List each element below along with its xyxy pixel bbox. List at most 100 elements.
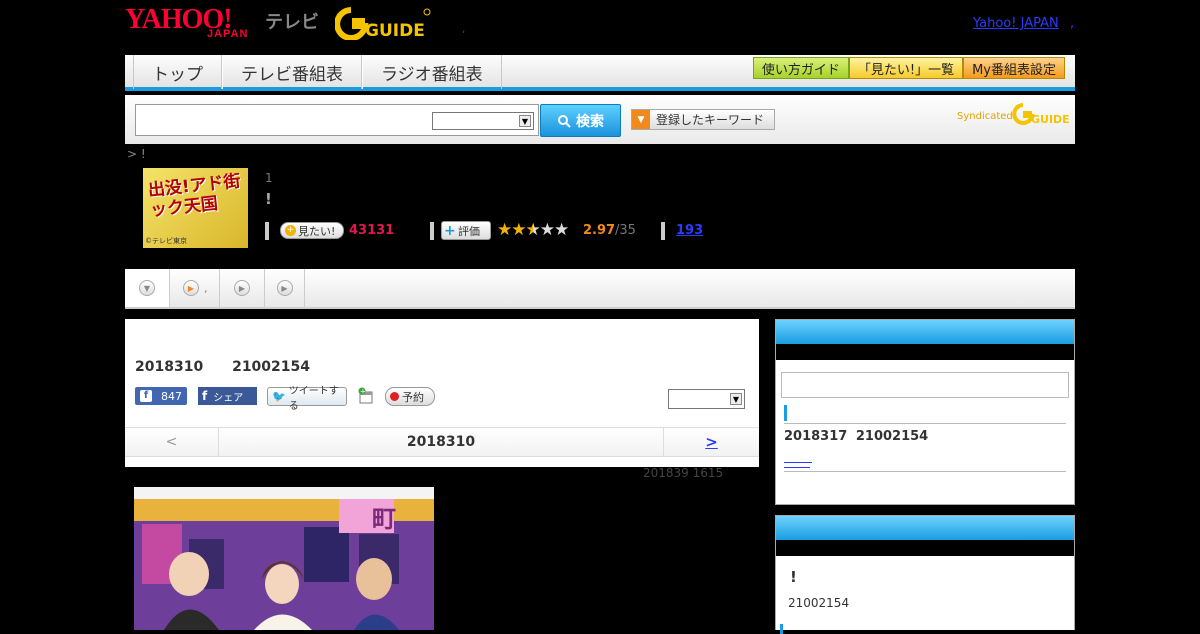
star-half-icon: ★ [525,220,541,240]
subtab-2[interactable]: ▶ , [170,269,220,307]
divider [784,423,1066,424]
current-date: 2018310 [406,434,476,450]
program-episode: 1 [265,171,273,185]
facebook-icon: f [202,389,208,403]
next-date-link[interactable]: > [663,428,759,456]
mitai-button[interactable]: + 見たい! [280,222,344,239]
global-nav: トップ テレビ番組表 ラジオ番組表 使い方ガイド 「見たい!」一覧 My番組表設… [125,55,1075,91]
star-icon: ★ [497,220,512,240]
star-icon: ★ [554,220,569,240]
chevron-down-icon: ▼ [632,110,650,129]
facebook-share-label: シェア [213,392,244,404]
search-icon [558,114,571,128]
play-icon: ▶ [276,280,293,296]
mitai-button-label: 見たい! [298,224,336,238]
tweet-button[interactable]: 🐦 ツイートする [267,386,347,412]
facebook-icon: f [140,390,152,402]
facebook-share-button[interactable]: f シェア [198,387,257,405]
program-thumbnail[interactable]: 出没!アド街ック天国 ©テレビ東京 [143,168,248,248]
prev-date-button[interactable]: < [125,428,219,456]
program-photo: 町 [134,487,434,630]
breadcrumb: > ! [127,147,146,161]
tv-label: テレビ [265,12,319,33]
record-reserve-label: 予約 [402,390,424,404]
next-broadcast-date: 2018317 [784,429,848,444]
program-thumbnail-copyright: ©テレビ東京 [145,237,187,245]
program-photo-image: 町 [134,499,434,630]
rating-max: /35 [615,223,636,238]
record-reserve-button[interactable]: 予約 [385,387,435,406]
gguide-logo[interactable]: GUIDE [335,6,431,40]
program-subtabs: ▼ ▶ , ▶ ▶ [125,269,1075,309]
next-broadcast-panel: 2018317 21002154 [775,319,1075,505]
play-icon: ▶ [183,280,199,296]
side-input[interactable] [781,372,1069,398]
rate-button[interactable]: + 評価 [441,221,491,240]
search-button[interactable]: 検索 [540,104,621,137]
subtab-4[interactable]: ▶ [265,269,305,307]
facebook-like-count: 847 [161,389,182,403]
nav-buttons: 使い方ガイド 「見たい!」一覧 My番組表設定 [752,57,1065,79]
syndicated-gguide-logo: GUIDE [1012,103,1069,126]
onair-panel: 2018310 21002154 f 847 f シェア 🐦 ツイートする + … [125,319,759,467]
header-link-separator: , [1070,16,1075,31]
yahoo-japan-link[interactable]: Yahoo! JAPAN [973,16,1059,31]
star-icon: ★ [511,220,526,240]
panel-band [776,540,1074,556]
program-info-title: ! [790,568,797,586]
facebook-like-button[interactable]: f 847 [135,387,187,405]
program-info-time: 21002154 [788,596,850,610]
record-icon [390,392,399,401]
nav-tab-radio-guide[interactable]: ラジオ番組表 [362,55,502,89]
panel-band [776,344,1074,360]
divider [265,222,269,240]
updated-timestamp: 201839 1615 [643,466,724,480]
subtab-1[interactable]: ▼ [125,269,170,307]
svg-text:GUIDE: GUIDE [365,21,425,40]
rating-value: 2.97 [583,223,616,238]
rate-button-label: 評価 [458,224,480,238]
play-icon: ▶ [234,280,250,296]
search-button-label: 検索 [576,113,604,130]
chevron-down-icon: ▼ [139,280,155,296]
divider [784,471,1066,472]
onair-datetime: 2018310 21002154 [135,359,310,375]
comment-count-link[interactable]: 193 [676,223,703,238]
search-bar: ▼ 検索 ▼ 登録したキーワード Syndicated GUIDE [125,95,1075,144]
program-info-panel: ! 21002154 [775,515,1075,634]
mitai-list-button[interactable]: 「見たい!」一覧 [848,57,964,79]
my-guide-settings-button[interactable]: My番組表設定 [963,57,1065,79]
chevron-down-icon: ▼ [730,393,742,405]
saved-keywords-button[interactable]: ▼ 登録したキーワード [631,109,775,130]
section-marker [784,405,787,421]
nav-tabs: トップ テレビ番組表 ラジオ番組表 [133,55,502,89]
star-icon: ★ [539,220,555,240]
svg-text:+: + [360,388,366,396]
yahoo-logo-japan: JAPAN [207,28,249,40]
add-calendar-icon[interactable]: + [357,387,375,405]
onair-time: 21002154 [232,359,311,375]
next-broadcast-link[interactable] [784,451,812,463]
divider [430,222,434,240]
subtab-3[interactable]: ▶ [220,269,265,307]
mitai-count: 43131 [349,223,395,238]
next-broadcast-datetime: 2018317 21002154 [784,429,1074,444]
subtab-2-label: , [204,281,208,295]
svg-text:GUIDE: GUIDE [1031,113,1069,126]
onair-select[interactable]: ▼ [668,389,745,409]
panel-header [776,320,1074,344]
program-title: ! [265,190,272,208]
section-marker [780,624,783,634]
usage-guide-button[interactable]: 使い方ガイド [752,57,849,79]
twitter-icon: 🐦 [272,390,286,403]
next-broadcast-time: 21002154 [855,429,929,444]
header-dot: , [462,24,466,35]
syndicated-label: Syndicated [957,111,1013,122]
nav-tab-top[interactable]: トップ [133,55,222,89]
panel-header [776,516,1074,540]
nav-tab-tv-guide[interactable]: テレビ番組表 [222,55,362,89]
search-category-select[interactable]: ▼ [432,112,534,130]
rating-stars: ★★★★★ [497,220,569,240]
tweet-label: ツイートする [288,385,339,412]
onair-date: 2018310 [135,359,204,375]
